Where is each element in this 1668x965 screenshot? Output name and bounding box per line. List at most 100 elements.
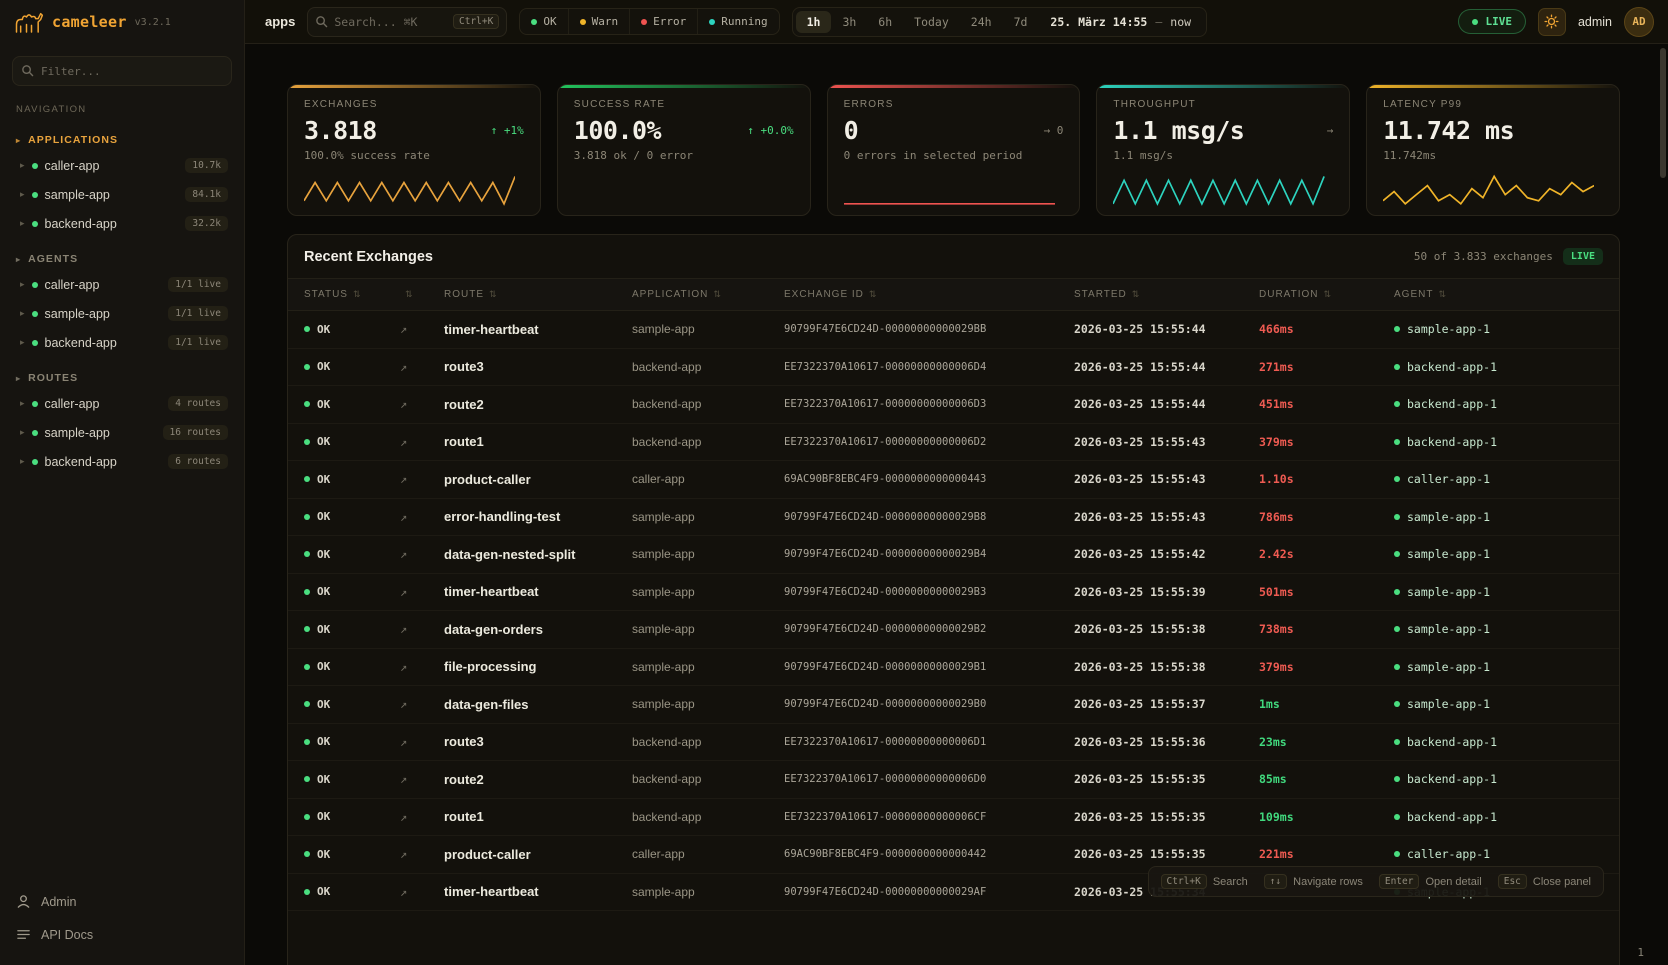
sidebar-nav-item[interactable]: ▸ sample-app 1/1 live xyxy=(0,299,244,328)
avatar[interactable]: AD xyxy=(1624,7,1654,37)
sidebar-nav-item[interactable]: ▸ caller-app 1/1 live xyxy=(0,270,244,299)
time-range-button[interactable]: 6h xyxy=(867,11,903,33)
nav-item-label: caller-app xyxy=(45,397,162,411)
open-exchange-link-icon[interactable]: ↗ xyxy=(400,397,444,411)
nav-item-label: backend-app xyxy=(45,336,162,350)
open-exchange-link-icon[interactable]: ↗ xyxy=(400,810,444,824)
cell-status: OK xyxy=(304,360,400,373)
status-dot xyxy=(32,340,38,346)
app-root: cameleer v3.2.1 NAVIGATION ▸ APPLICATION… xyxy=(0,0,1668,965)
table-row[interactable]: OK ↗ route1 backend-app EE7322370A10617-… xyxy=(288,424,1619,462)
open-exchange-link-icon[interactable]: ↗ xyxy=(400,435,444,449)
open-exchange-link-icon[interactable]: ↗ xyxy=(400,472,444,486)
status-dot xyxy=(304,664,310,670)
open-exchange-link-icon[interactable]: ↗ xyxy=(400,585,444,599)
column-header[interactable]: AGENT ⇅ xyxy=(1394,289,1603,300)
status-dot xyxy=(709,19,715,25)
nav-item-badge: 84.1k xyxy=(185,187,228,202)
theme-toggle-button[interactable] xyxy=(1538,8,1566,36)
filter-input[interactable] xyxy=(12,56,232,86)
nav-group-title[interactable]: ▸ AGENTS xyxy=(0,248,244,270)
username: admin xyxy=(1578,15,1612,29)
status-label: OK xyxy=(317,623,330,636)
open-exchange-link-icon[interactable]: ↗ xyxy=(400,772,444,786)
time-range-button[interactable]: Today xyxy=(903,11,960,33)
search-icon xyxy=(21,64,34,77)
table-row[interactable]: OK ↗ product-caller caller-app 69AC90BF8… xyxy=(288,461,1619,499)
column-header[interactable]: STATUS ⇅ xyxy=(304,289,400,300)
agent-status-dot xyxy=(1394,551,1400,557)
table-row[interactable]: OK ↗ data-gen-orders sample-app 90799F47… xyxy=(288,611,1619,649)
scrollbar[interactable] xyxy=(1660,48,1666,178)
hint-key: Esc xyxy=(1498,874,1527,889)
open-exchange-link-icon[interactable]: ↗ xyxy=(400,735,444,749)
cell-agent: backend-app-1 xyxy=(1394,772,1603,786)
time-range-button[interactable]: 1h xyxy=(796,11,832,33)
open-exchange-link-icon[interactable]: ↗ xyxy=(400,510,444,524)
search-input[interactable] xyxy=(334,15,447,29)
status-filter-chip[interactable]: OK xyxy=(520,9,568,34)
nav-group-title[interactable]: ▸ ROUTES xyxy=(0,367,244,389)
open-exchange-link-icon[interactable]: ↗ xyxy=(400,360,444,374)
column-header[interactable]: ⇅ xyxy=(400,289,444,300)
column-header[interactable]: EXCHANGE ID ⇅ xyxy=(784,289,1074,300)
time-range-button[interactable]: 24h xyxy=(960,11,1003,33)
sidebar-nav-item[interactable]: ▸ sample-app 84.1k xyxy=(0,180,244,209)
table-meta: 50 of 3.833 exchanges LIVE xyxy=(1414,248,1603,265)
stat-subtitle: 1.1 msg/s xyxy=(1113,149,1333,162)
live-toggle-button[interactable]: LIVE xyxy=(1458,9,1526,34)
nav-item-badge: 4 routes xyxy=(168,396,228,411)
table-row[interactable]: OK ↗ route3 backend-app EE7322370A10617-… xyxy=(288,724,1619,762)
sidebar-item-admin[interactable]: Admin xyxy=(0,885,244,918)
time-range-button[interactable]: 7d xyxy=(1003,11,1039,33)
sidebar-footer: Admin API Docs xyxy=(0,877,244,965)
status-filter-chip[interactable]: Warn xyxy=(569,9,631,34)
keyboard-hint: Enter Open detail xyxy=(1379,874,1482,889)
open-exchange-link-icon[interactable]: ↗ xyxy=(400,885,444,899)
table-row[interactable]: OK ↗ route2 backend-app EE7322370A10617-… xyxy=(288,761,1619,799)
open-exchange-link-icon[interactable]: ↗ xyxy=(400,660,444,674)
open-exchange-link-icon[interactable]: ↗ xyxy=(400,697,444,711)
sidebar-item-api-docs[interactable]: API Docs xyxy=(0,918,244,951)
table-row[interactable]: OK ↗ route3 backend-app EE7322370A10617-… xyxy=(288,349,1619,387)
cell-exchange-id: 90799F47E6CD24D-00000000000029BB xyxy=(784,323,1074,335)
agent-status-dot xyxy=(1394,326,1400,332)
column-header[interactable]: ROUTE ⇅ xyxy=(444,289,632,300)
sidebar-nav-item[interactable]: ▸ backend-app 1/1 live xyxy=(0,328,244,357)
table-row[interactable]: OK ↗ route2 backend-app EE7322370A10617-… xyxy=(288,386,1619,424)
status-dot xyxy=(32,430,38,436)
table-row[interactable]: OK ↗ file-processing sample-app 90799F47… xyxy=(288,649,1619,687)
sidebar: cameleer v3.2.1 NAVIGATION ▸ APPLICATION… xyxy=(0,0,245,965)
status-filter-group: OK Warn Error Running xyxy=(519,8,779,35)
cell-route: file-processing xyxy=(444,659,632,674)
open-exchange-link-icon[interactable]: ↗ xyxy=(400,322,444,336)
status-filter-chip[interactable]: Error xyxy=(630,9,698,34)
table-row[interactable]: OK ↗ route1 backend-app EE7322370A10617-… xyxy=(288,799,1619,837)
sort-icon: ⇅ xyxy=(1438,289,1447,300)
table-row[interactable]: OK ↗ data-gen-files sample-app 90799F47E… xyxy=(288,686,1619,724)
cell-agent: backend-app-1 xyxy=(1394,810,1603,824)
keyboard-hint: Esc Close panel xyxy=(1498,874,1591,889)
agent-label: sample-app-1 xyxy=(1407,510,1490,524)
cell-status: OK xyxy=(304,698,400,711)
cell-exchange-id: EE7322370A10617-00000000000006D0 xyxy=(784,773,1074,785)
open-exchange-link-icon[interactable]: ↗ xyxy=(400,547,444,561)
column-header[interactable]: DURATION ⇅ xyxy=(1259,289,1394,300)
open-exchange-link-icon[interactable]: ↗ xyxy=(400,622,444,636)
time-range-button[interactable]: 3h xyxy=(831,11,867,33)
table-row[interactable]: OK ↗ data-gen-nested-split sample-app 90… xyxy=(288,536,1619,574)
sidebar-nav-item[interactable]: ▸ sample-app 16 routes xyxy=(0,418,244,447)
table-row[interactable]: OK ↗ timer-heartbeat sample-app 90799F47… xyxy=(288,574,1619,612)
column-header[interactable]: APPLICATION ⇅ xyxy=(632,289,784,300)
sidebar-nav-item[interactable]: ▸ backend-app 6 routes xyxy=(0,447,244,476)
nav-group-title[interactable]: ▸ APPLICATIONS xyxy=(0,129,244,151)
sidebar-nav-item[interactable]: ▸ backend-app 32.2k xyxy=(0,209,244,238)
status-filter-chip[interactable]: Running xyxy=(698,9,778,34)
sidebar-nav-item[interactable]: ▸ caller-app 4 routes xyxy=(0,389,244,418)
global-search[interactable]: Ctrl+K xyxy=(307,7,507,37)
table-row[interactable]: OK ↗ error-handling-test sample-app 9079… xyxy=(288,499,1619,537)
open-exchange-link-icon[interactable]: ↗ xyxy=(400,847,444,861)
column-header[interactable]: STARTED ⇅ xyxy=(1074,289,1259,300)
table-row[interactable]: OK ↗ timer-heartbeat sample-app 90799F47… xyxy=(288,311,1619,349)
sidebar-nav-item[interactable]: ▸ caller-app 10.7k xyxy=(0,151,244,180)
